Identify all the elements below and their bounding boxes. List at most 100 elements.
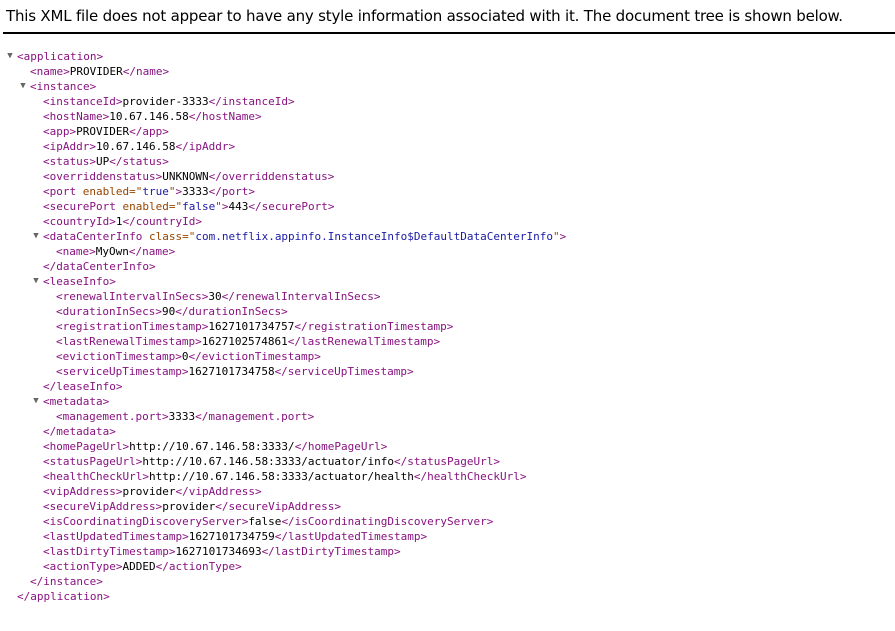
xml-line: ▼ <application>: [0, 49, 895, 64]
xml-tag-open: <lastUpdatedTimestamp: [43, 530, 183, 543]
xml-text-value: UNKNOWN: [162, 170, 209, 183]
xml-line: ▼ <metadata>: [0, 394, 895, 409]
collapse-toggle-icon[interactable]: ▼: [31, 229, 41, 244]
xml-tag-open: <lastDirtyTimestamp: [43, 545, 169, 558]
xml-attr-eq: =": [168, 200, 183, 213]
xml-tag-open: <application: [17, 50, 97, 63]
xml-tag-close: </name>: [128, 245, 176, 258]
xml-tag-close: </instance>: [30, 575, 103, 588]
xml-attr-value: com.netflix.appinfo.InstanceInfo$Default…: [195, 230, 553, 243]
xml-line: <lastDirtyTimestamp>1627101734693</lastD…: [0, 544, 895, 559]
xml-attr-name: enabled: [122, 200, 169, 213]
xml-line: <management.port>3333</management.port>: [0, 409, 895, 424]
xml-line: ▼ <dataCenterInfo class="com.netflix.appi…: [0, 229, 895, 244]
xml-line: <lastRenewalTimestamp>1627102574861</las…: [0, 334, 895, 349]
xml-line: <name>MyOwn</name>: [0, 244, 895, 259]
xml-tag-close: </status>: [109, 155, 169, 168]
xml-tag-bracket: >: [89, 140, 96, 153]
xml-tag-open: <leaseInfo: [43, 275, 110, 288]
xml-tag-bracket: >: [175, 350, 182, 363]
xml-tag-close: </dataCenterInfo>: [43, 260, 156, 273]
xml-tag-open: <instance: [30, 80, 90, 93]
xml-line: </application>: [0, 589, 895, 604]
xml-text-value: http://10.67.146.58:3333/actuator/info: [142, 455, 395, 468]
xml-line: <name>PROVIDER</name>: [0, 64, 895, 79]
xml-line: </leaseInfo>: [0, 379, 895, 394]
xml-text-value: 1627101734759: [188, 530, 275, 543]
xml-tag-open: <instanceId: [43, 95, 116, 108]
xml-line: <durationInSecs>90</durationInSecs>: [0, 304, 895, 319]
xml-tag-close: </registrationTimestamp>: [294, 320, 454, 333]
xml-text-value: PROVIDER: [69, 65, 123, 78]
xml-tag-close: </actionType>: [155, 560, 242, 573]
xml-tag-bracket: >: [182, 530, 189, 543]
collapse-toggle-icon[interactable]: ▼: [31, 274, 41, 289]
xml-tag-bracket: >: [102, 395, 110, 408]
xml-text-value: provider: [122, 485, 176, 498]
xml-line: <port enabled="true">3333</port>: [0, 184, 895, 199]
xml-tag-bracket: >: [89, 245, 96, 258]
xml-text-value: 443: [228, 200, 249, 213]
xml-text-value: false: [248, 515, 282, 528]
xml-text-value: 30: [208, 290, 222, 303]
xml-tag-open: <management.port: [56, 410, 162, 423]
xml-text-value: ADDED: [122, 560, 156, 573]
xml-tag-open: <name: [56, 245, 90, 258]
xml-attr-value: false: [182, 200, 216, 213]
xml-line: <lastUpdatedTimestamp>1627101734759</las…: [0, 529, 895, 544]
collapse-toggle-icon[interactable]: ▼: [5, 49, 15, 64]
xml-line: <evictionTimestamp>0</evictionTimestamp>: [0, 349, 895, 364]
xml-text-value: 10.67.146.58: [95, 140, 176, 153]
xml-tag-open: <renewalIntervalInSecs: [56, 290, 202, 303]
xml-tag-close: </ipAddr>: [175, 140, 236, 153]
xml-line: </dataCenterInfo>: [0, 259, 895, 274]
xml-text-value: 1627101734757: [208, 320, 295, 333]
xml-tag-close: </management.port>: [195, 410, 315, 423]
xml-tag-open: <overriddenstatus: [43, 170, 156, 183]
xml-text-value: provider: [162, 500, 216, 513]
xml-line: <overriddenstatus>UNKNOWN</overriddensta…: [0, 169, 895, 184]
xml-tag-open: <evictionTimestamp: [56, 350, 176, 363]
xml-tag-open: <metadata: [43, 395, 103, 408]
xml-tag-close: </securePort>: [248, 200, 335, 213]
xml-tag-open: <serviceUpTimestamp: [56, 365, 182, 378]
xml-text-value: PROVIDER: [76, 125, 130, 138]
xml-tag-close: </name>: [122, 65, 170, 78]
collapse-toggle-icon[interactable]: ▼: [18, 79, 28, 94]
xml-tag-open: <countryId: [43, 215, 110, 228]
xml-text-value: 1627101734758: [188, 365, 275, 378]
xml-tag-open: <port: [43, 185, 77, 198]
xml-text-value: UP: [95, 155, 110, 168]
xml-line: <vipAddress>provider</vipAddress>: [0, 484, 895, 499]
xml-tag-open: <status: [43, 155, 90, 168]
collapse-toggle-icon[interactable]: ▼: [31, 394, 41, 409]
notice-divider: [3, 32, 895, 34]
xml-text-value: 3333: [168, 410, 196, 423]
xml-document-tree: ▼ <application> <name>PROVIDER</name> ▼ <ins…: [0, 49, 895, 604]
xml-line: <renewalIntervalInSecs>30</renewalInterv…: [0, 289, 895, 304]
xml-line: </metadata>: [0, 424, 895, 439]
xml-attr-name: class: [148, 230, 183, 243]
xml-tag-open: <actionType: [43, 560, 116, 573]
xml-tag-bracket: >: [109, 275, 116, 288]
xml-line: <countryId>1</countryId>: [0, 214, 895, 229]
xml-tag-open: <app: [43, 125, 70, 138]
xml-text-value: 3333: [182, 185, 209, 198]
xml-tag-close: </leaseInfo>: [43, 380, 123, 393]
xml-text-value: provider-3333: [122, 95, 209, 108]
xml-tag-open: <homePageUrl: [43, 440, 123, 453]
xml-tag-open: <isCoordinatingDiscoveryServer: [43, 515, 242, 528]
xml-line: <app>PROVIDER</app>: [0, 124, 895, 139]
xml-line: <instanceId>provider-3333</instanceId>: [0, 94, 895, 109]
xml-tag-open: <ipAddr: [43, 140, 90, 153]
xml-text-value: 90: [161, 305, 176, 318]
xml-tag-bracket: >: [161, 410, 169, 423]
xml-line: <status>UP</status>: [0, 154, 895, 169]
xml-tag-bracket: >: [89, 155, 96, 168]
xml-text-value: 1627101734693: [175, 545, 262, 558]
xml-line: <ipAddr>10.67.146.58</ipAddr>: [0, 139, 895, 154]
xml-tag-close: </vipAddress>: [175, 485, 262, 498]
xml-line: ▼ <instance>: [0, 79, 895, 94]
xml-tag-close: </lastUpdatedTimestamp>: [274, 530, 428, 543]
xml-tag-bracket: >: [109, 215, 116, 228]
